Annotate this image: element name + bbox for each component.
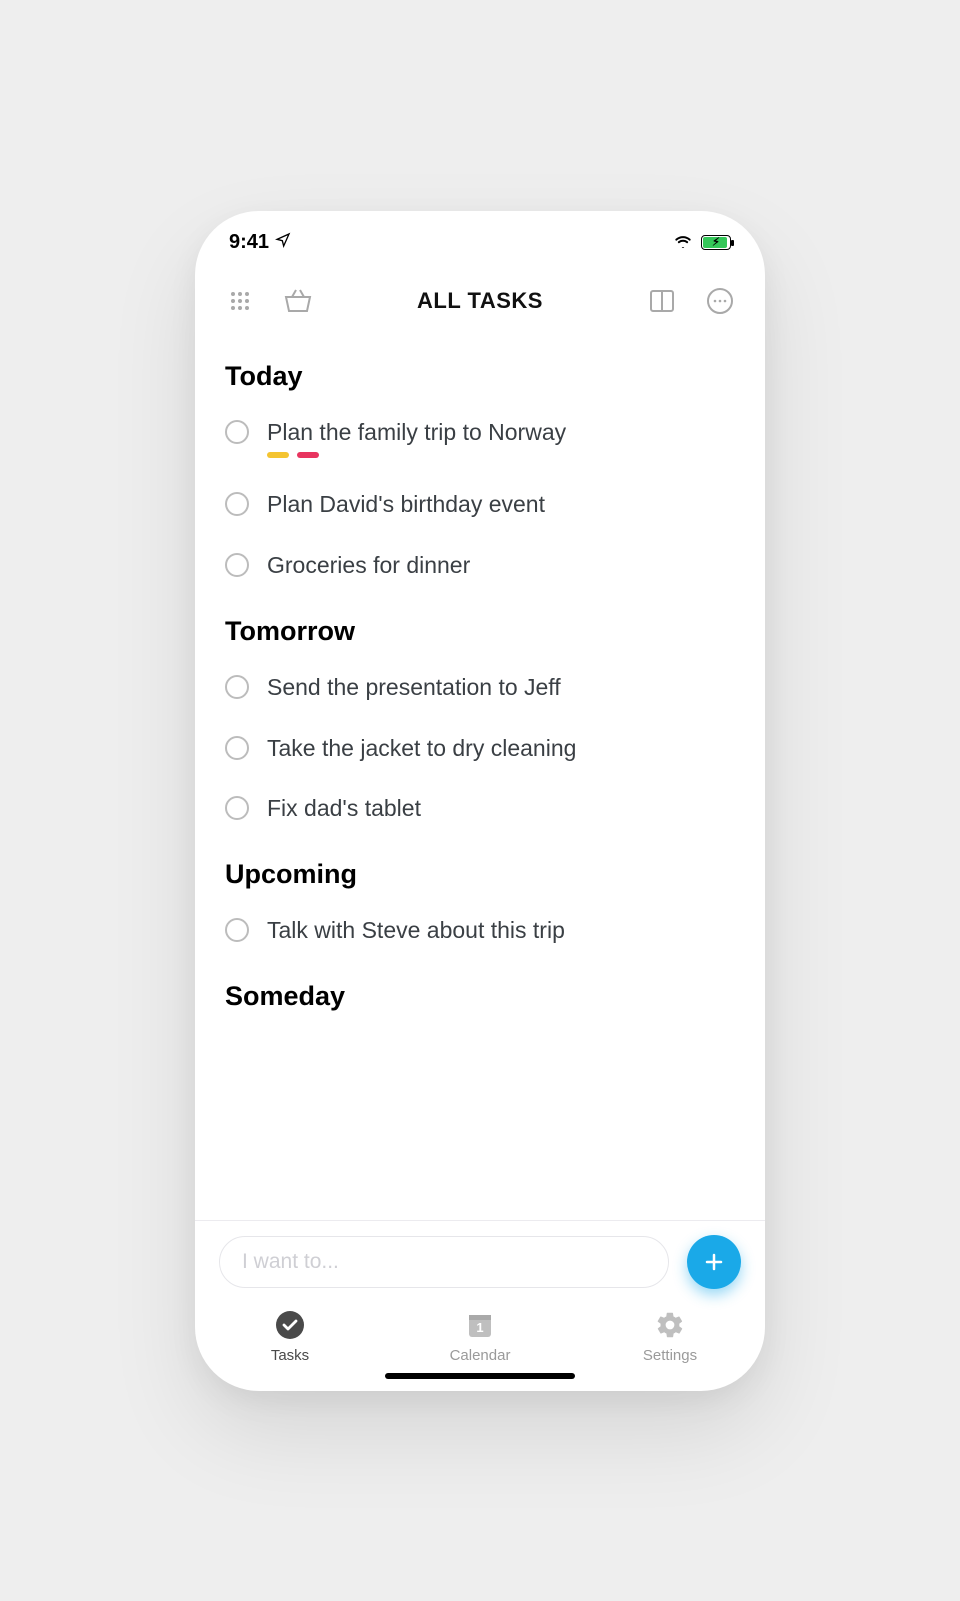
- task-row[interactable]: Groceries for dinner: [195, 535, 765, 596]
- task-row[interactable]: Take the jacket to dry cleaning: [195, 718, 765, 779]
- tab-label: Settings: [643, 1347, 697, 1364]
- grid-menu-icon[interactable]: [223, 284, 257, 318]
- task-text: Plan the family trip to Norway: [267, 418, 566, 447]
- task-text: Take the jacket to dry cleaning: [267, 734, 576, 763]
- task-tag: [297, 452, 319, 458]
- task-checkbox[interactable]: [225, 918, 249, 942]
- more-icon[interactable]: [703, 284, 737, 318]
- task-checkbox[interactable]: [225, 796, 249, 820]
- gear-icon: [654, 1309, 686, 1341]
- task-row[interactable]: Plan David's birthday event: [195, 474, 765, 535]
- task-row[interactable]: Fix dad's tablet: [195, 778, 765, 839]
- task-checkbox[interactable]: [225, 553, 249, 577]
- home-indicator[interactable]: [385, 1373, 575, 1379]
- map-icon[interactable]: [645, 284, 679, 318]
- task-list[interactable]: Today Plan the family trip to Norway Pla…: [195, 333, 765, 1220]
- screen-title: ALL TASKS: [417, 288, 543, 314]
- check-circle-icon: [274, 1309, 306, 1341]
- location-arrow-icon: [275, 231, 291, 254]
- tab-calendar[interactable]: 1 Calendar: [385, 1301, 575, 1373]
- tab-label: Calendar: [450, 1347, 511, 1364]
- task-tag: [267, 452, 289, 458]
- add-task-button[interactable]: [687, 1235, 741, 1289]
- task-row[interactable]: Send the presentation to Jeff: [195, 657, 765, 718]
- section-header-someday: Someday: [195, 961, 765, 1022]
- notch: [360, 211, 600, 249]
- section-header-upcoming: Upcoming: [195, 839, 765, 900]
- task-text: Groceries for dinner: [267, 551, 470, 580]
- task-row[interactable]: Talk with Steve about this trip: [195, 900, 765, 961]
- quick-add-input[interactable]: [219, 1236, 669, 1288]
- section-header-tomorrow: Tomorrow: [195, 596, 765, 657]
- task-checkbox[interactable]: [225, 675, 249, 699]
- task-text: Talk with Steve about this trip: [267, 916, 565, 945]
- task-row[interactable]: Plan the family trip to Norway: [195, 402, 765, 475]
- svg-text:1: 1: [476, 1320, 483, 1335]
- tab-settings[interactable]: Settings: [575, 1301, 765, 1373]
- task-checkbox[interactable]: [225, 492, 249, 516]
- task-text: Fix dad's tablet: [267, 794, 421, 823]
- task-checkbox[interactable]: [225, 736, 249, 760]
- quick-add-bar: Tasks 1 Calendar: [195, 1220, 765, 1391]
- tab-label: Tasks: [271, 1347, 309, 1364]
- basket-icon[interactable]: [281, 284, 315, 318]
- tab-tasks[interactable]: Tasks: [195, 1301, 385, 1373]
- status-time: 9:41: [229, 231, 269, 254]
- task-text: Plan David's birthday event: [267, 490, 545, 519]
- task-text: Send the presentation to Jeff: [267, 673, 561, 702]
- section-header-today: Today: [195, 341, 765, 402]
- battery-icon: ⚡︎: [701, 235, 731, 250]
- app-bar: ALL TASKS: [195, 269, 765, 333]
- task-checkbox[interactable]: [225, 420, 249, 444]
- wifi-icon: [673, 231, 693, 254]
- phone-frame: 9:41: [195, 211, 765, 1391]
- calendar-icon: 1: [464, 1309, 496, 1341]
